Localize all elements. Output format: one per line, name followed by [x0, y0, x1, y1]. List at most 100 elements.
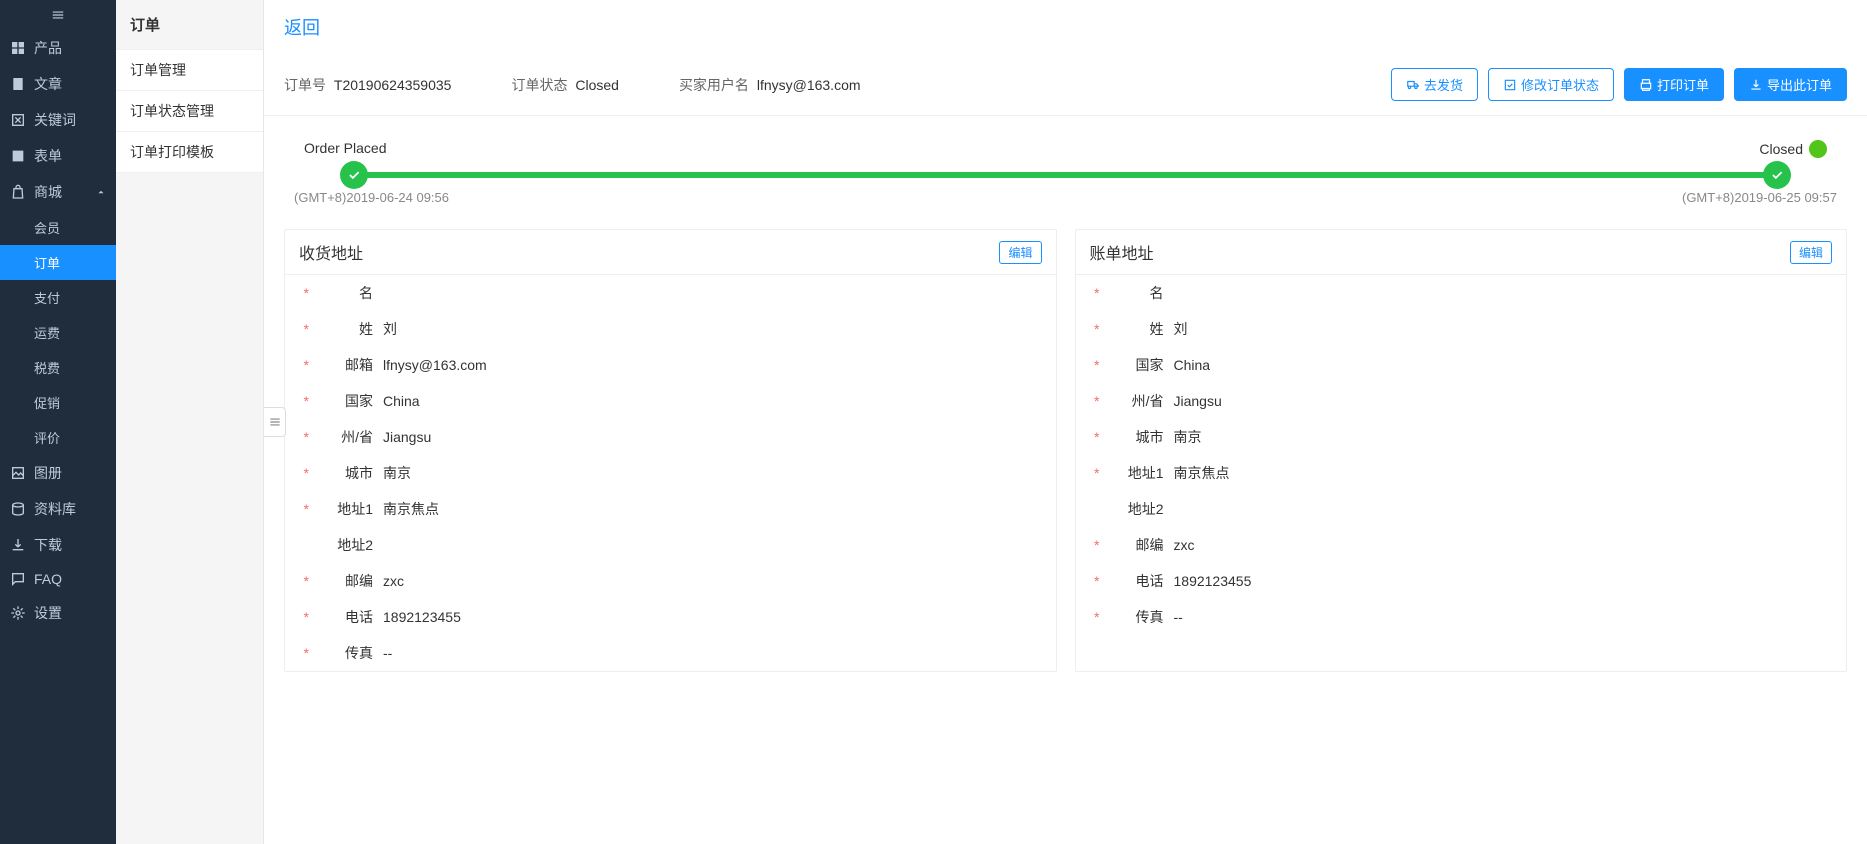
shipping-field-addr1: *地址1南京焦点	[285, 491, 1056, 527]
field-label: 城市	[1104, 427, 1164, 447]
required-mark: *	[1090, 357, 1100, 373]
field-label: 地址1	[1104, 463, 1164, 483]
field-label: 城市	[313, 463, 373, 483]
billing-field-addr1: *地址1 南京焦点	[1076, 455, 1847, 491]
edit-shipping-button[interactable]: 编辑	[999, 241, 1041, 264]
billing-address-card: 账单地址 编辑 *名*姓刘*国家China*州/省Jiangsu*城市南京*地址…	[1075, 229, 1848, 672]
required-mark: *	[299, 429, 309, 445]
secondary-sidebar: 订单 订单管理 订单状态管理 订单打印模板	[116, 0, 264, 844]
field-label: 电话	[1104, 571, 1164, 591]
order-status-label: 订单状态	[511, 77, 567, 93]
sidebar-item-tax[interactable]: 税费	[0, 350, 116, 385]
sidebar-item-label: 会员	[34, 218, 60, 237]
button-label: 修改订单状态	[1521, 75, 1599, 94]
export-order-button[interactable]: 导出此订单	[1734, 68, 1847, 101]
field-label: 地址2	[1104, 499, 1164, 519]
sidebar-item-promotion[interactable]: 促销	[0, 385, 116, 420]
field-value: 1892123455	[1174, 573, 1252, 589]
shipping-field-state: *州/省Jiangsu	[285, 419, 1056, 455]
sidebar-item-keywords[interactable]: 关键词	[0, 102, 116, 138]
billing-field-firstName: *名	[1076, 275, 1847, 311]
required-mark: *	[299, 501, 309, 517]
billing-field-state: *州/省 Jiangsu	[1076, 383, 1847, 419]
comment-icon[interactable]	[1809, 140, 1827, 158]
order-status: 订单状态 Closed	[511, 75, 618, 95]
field-label: 姓	[313, 319, 373, 339]
sidebar-item-forms[interactable]: 表单	[0, 138, 116, 174]
ship-button[interactable]: 去发货	[1391, 68, 1478, 101]
image-icon	[10, 465, 26, 481]
button-label: 去发货	[1424, 75, 1463, 94]
field-value: --	[1174, 609, 1183, 625]
required-mark: *	[299, 609, 309, 625]
sidebar-item-download[interactable]: 下载	[0, 527, 116, 563]
secondary-sidebar-title: 订单	[116, 0, 263, 49]
shipping-field-zip: *邮编zxc	[285, 563, 1056, 599]
edit-billing-button[interactable]: 编辑	[1790, 241, 1832, 264]
sidebar-item-shipping-fee[interactable]: 运费	[0, 315, 116, 350]
print-order-button[interactable]: 打印订单	[1624, 68, 1724, 101]
required-mark: *	[1090, 573, 1100, 589]
sidebar-item-payment[interactable]: 支付	[0, 280, 116, 315]
field-value: 南京	[1174, 427, 1202, 447]
sidebar-item-resources[interactable]: 资料库	[0, 491, 116, 527]
field-value: 刘	[1174, 319, 1188, 339]
buyer-value: lfnysy@163.com	[757, 77, 861, 93]
field-value: zxc	[383, 573, 404, 589]
shipping-field-addr2: 地址2	[285, 527, 1056, 563]
field-value: --	[383, 645, 392, 661]
sidebar-item-articles[interactable]: 文章	[0, 66, 116, 102]
download-icon	[10, 537, 26, 553]
sidebar-item-reviews[interactable]: 评价	[0, 420, 116, 455]
shipping-field-fax: *传真--	[285, 635, 1056, 671]
main-content: 返回 订单号 T20190624359035 订单状态 Closed 买家用户名…	[264, 0, 1867, 844]
shipping-field-lastName: *姓刘	[285, 311, 1056, 347]
order-actions: 去发货 修改订单状态 打印订单 导出此订单	[1391, 68, 1847, 101]
sidebar-item-label: 促销	[34, 393, 60, 412]
field-label: 地址2	[313, 535, 373, 555]
sidebar-item-label: 产品	[34, 38, 62, 58]
field-label: 国家	[1104, 355, 1164, 375]
shipping-field-country: *国家China	[285, 383, 1056, 419]
back-link[interactable]: 返回	[284, 18, 320, 38]
billing-field-fax: *传真--	[1076, 599, 1847, 635]
required-mark: *	[299, 357, 309, 373]
sidebar-item-faq[interactable]: FAQ	[0, 563, 116, 595]
sidebar-collapse-toggle[interactable]	[0, 0, 116, 30]
subside-item-print-template[interactable]: 订单打印模板	[116, 132, 263, 173]
edit-status-icon	[1503, 78, 1517, 92]
required-mark: *	[1090, 321, 1100, 337]
required-mark: *	[1090, 609, 1100, 625]
key-icon	[10, 112, 26, 128]
sidebar-item-shop[interactable]: 商城	[0, 174, 116, 210]
timeline-end-time: (GMT+8)2019-06-25 09:57	[1682, 190, 1837, 205]
sidebar-item-settings[interactable]: 设置	[0, 595, 116, 631]
sidebar-item-members[interactable]: 会员	[0, 210, 116, 245]
drawer-toggle[interactable]	[264, 407, 286, 437]
required-mark: *	[299, 465, 309, 481]
sidebar-item-label: 下载	[34, 535, 62, 555]
subside-item-label: 订单打印模板	[130, 144, 214, 160]
sidebar-item-gallery[interactable]: 图册	[0, 455, 116, 491]
field-value: 南京焦点	[1174, 463, 1230, 483]
billing-field-city: *城市南京	[1076, 419, 1847, 455]
shipping-field-phone: *电话1892123455	[285, 599, 1056, 635]
sidebar-item-products[interactable]: 产品	[0, 30, 116, 66]
subside-item-order-manage[interactable]: 订单管理	[116, 49, 263, 91]
list-icon	[268, 415, 282, 429]
timeline-track	[354, 172, 1777, 178]
field-label: 电话	[313, 607, 373, 627]
field-value: China	[383, 393, 420, 409]
billing-field-lastName: *姓刘	[1076, 311, 1847, 347]
field-value: Jiangsu	[1174, 393, 1222, 409]
button-label: 导出此订单	[1767, 75, 1832, 94]
subside-item-status-manage[interactable]: 订单状态管理	[116, 91, 263, 132]
required-mark: *	[1090, 393, 1100, 409]
sidebar-item-label: 表单	[34, 146, 62, 166]
sidebar-item-label: 评价	[34, 428, 60, 447]
sidebar-item-orders[interactable]: 订单	[0, 245, 116, 280]
change-status-button[interactable]: 修改订单状态	[1488, 68, 1614, 101]
required-mark: *	[1090, 465, 1100, 481]
required-mark: *	[1090, 285, 1100, 301]
field-label: 州/省	[1104, 391, 1164, 411]
